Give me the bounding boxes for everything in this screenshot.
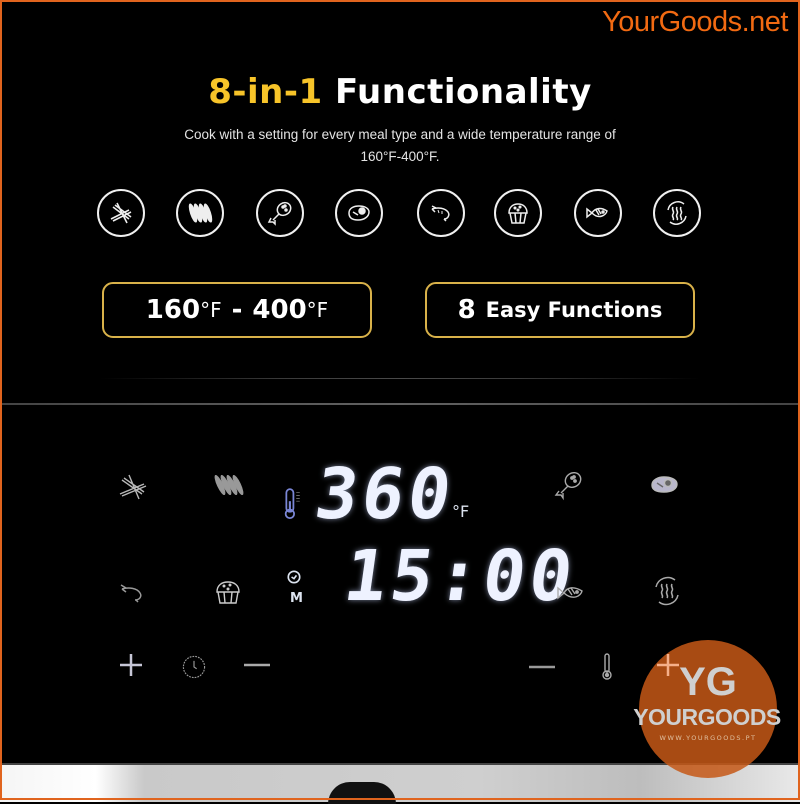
range-separator: - bbox=[231, 295, 243, 325]
range-high-unit: °F bbox=[306, 298, 329, 322]
sausage-button[interactable] bbox=[211, 468, 245, 502]
subtitle-line-2: 160°F-400°F. bbox=[360, 149, 440, 164]
fish-icon bbox=[574, 189, 622, 237]
panel-divider bbox=[0, 403, 800, 405]
range-low: 160 bbox=[145, 295, 201, 325]
brand-logo-partial bbox=[328, 782, 396, 804]
dehydrate-icon bbox=[653, 189, 701, 237]
watermark-name: YOURGOODS bbox=[633, 704, 781, 730]
muffin-icon bbox=[494, 189, 542, 237]
chicken-button[interactable] bbox=[552, 468, 586, 502]
time-increase-button[interactable] bbox=[114, 648, 148, 682]
steak-icon bbox=[335, 189, 383, 237]
title-accent: 8-in-1 bbox=[208, 72, 323, 112]
time-readout: 15:00 bbox=[339, 535, 582, 617]
subtitle-line-1: Cook with a setting for every meal type … bbox=[184, 127, 616, 142]
shrimp-icon bbox=[417, 189, 465, 237]
temperature-range-badge: 160 °F - 400 °F bbox=[102, 282, 372, 338]
temperature-decrease-button[interactable] bbox=[525, 650, 559, 684]
title-rest: Functionality bbox=[335, 72, 592, 112]
function-icon-row bbox=[97, 189, 707, 241]
dehydrate-button[interactable] bbox=[650, 574, 684, 608]
watermark-url: WWW.YOURGOODS.PT bbox=[659, 734, 757, 742]
chicken-leg-icon bbox=[256, 189, 304, 237]
functions-label: Easy Functions bbox=[485, 298, 663, 322]
mode-label: M bbox=[290, 591, 303, 606]
watermark-text: YourGoods.net bbox=[602, 6, 788, 38]
range-low-unit: °F bbox=[200, 298, 222, 322]
temperature-increase-button[interactable] bbox=[651, 648, 685, 682]
time-decrease-button[interactable] bbox=[240, 648, 274, 682]
page-title: 8-in-1 Functionality bbox=[0, 72, 800, 112]
fish-button[interactable] bbox=[554, 576, 588, 610]
fries-icon bbox=[97, 189, 145, 237]
timer-indicator-icon bbox=[283, 566, 305, 588]
functions-count-badge: 8 Easy Functions bbox=[425, 282, 695, 338]
subtitle: Cook with a setting for every meal type … bbox=[150, 124, 650, 168]
panel-edge-highlight bbox=[100, 378, 700, 379]
muffin-button[interactable] bbox=[211, 575, 245, 609]
steak-button[interactable] bbox=[648, 468, 682, 502]
temperature-unit: °F bbox=[452, 502, 470, 521]
thermometer-indicator-icon bbox=[280, 480, 304, 528]
sausage-icon bbox=[176, 189, 224, 237]
temperature-readout: 360 bbox=[310, 453, 461, 535]
shrimp-button[interactable] bbox=[116, 576, 150, 610]
functions-count: 8 bbox=[457, 295, 476, 325]
temperature-indicator-icon bbox=[590, 650, 624, 684]
range-high: 400 bbox=[252, 295, 307, 325]
fries-button[interactable] bbox=[116, 470, 150, 504]
clock-icon bbox=[177, 650, 211, 684]
